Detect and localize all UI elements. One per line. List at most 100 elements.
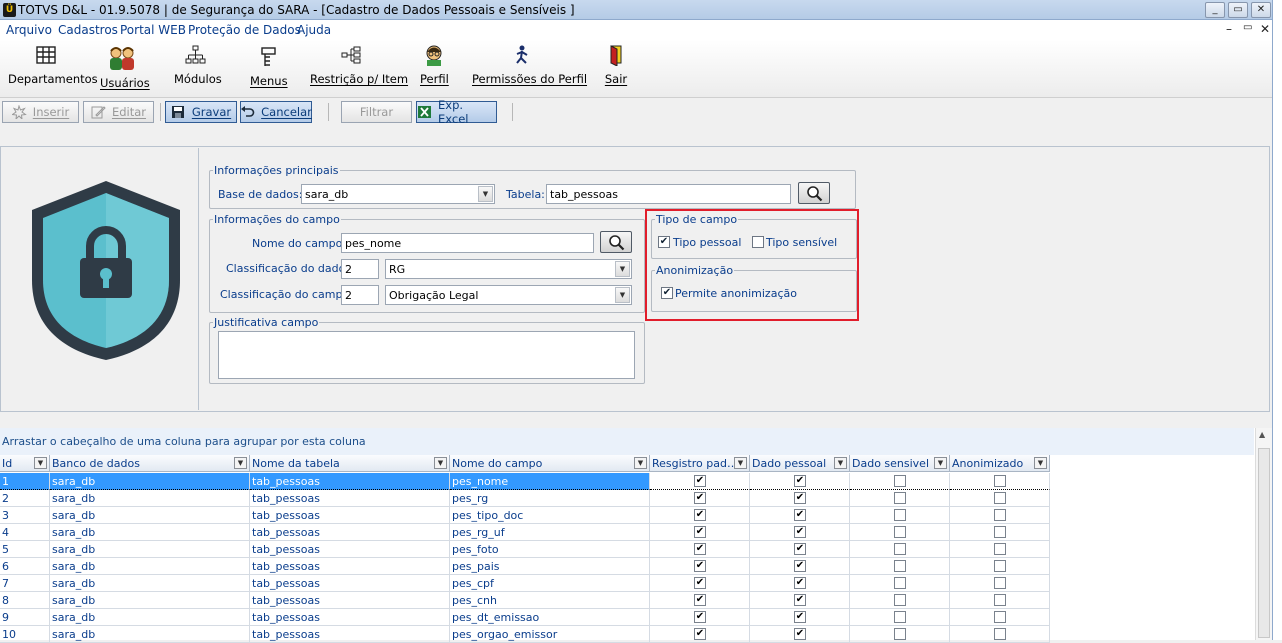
cell-campo[interactable]: pes_rg	[450, 490, 650, 507]
cell-tabela[interactable]: tab_pessoas	[250, 575, 450, 592]
cell-campo[interactable]: pes_foto	[450, 541, 650, 558]
sensivel-checkbox[interactable]	[894, 492, 906, 504]
column-header-anonimizado[interactable]: Anonimizado ▼	[950, 455, 1050, 472]
cell-anon[interactable]	[950, 541, 1050, 558]
column-header-sensivel[interactable]: Dado sensivel ▼	[850, 455, 950, 472]
menu-ajuda[interactable]: Ajuda	[297, 23, 331, 37]
anon-checkbox[interactable]	[994, 594, 1006, 606]
minimize-button[interactable]: _	[1205, 2, 1225, 18]
anon-checkbox[interactable]	[994, 628, 1006, 640]
registro-checkbox[interactable]: ✔	[694, 509, 706, 521]
table-row[interactable]: 10 sara_db tab_pessoas pes_orgao_emissor ✔ ✔	[0, 626, 1050, 643]
mdi-restore-button[interactable]: ▭	[1243, 22, 1252, 33]
cell-sensivel[interactable]	[850, 541, 950, 558]
gravar-button[interactable]: Gravar	[165, 101, 237, 123]
toolbar-usuarios[interactable]: Usuários	[100, 46, 150, 90]
cell-registro[interactable]: ✔	[650, 524, 750, 541]
classificacao-dado-code-input[interactable]: 2	[341, 259, 379, 279]
toolbar-restricao-item[interactable]: Restrição p/ Item	[310, 44, 408, 86]
filter-dropdown-icon[interactable]: ▼	[934, 457, 947, 469]
filter-dropdown-icon[interactable]: ▼	[234, 457, 247, 469]
cell-pessoal[interactable]: ✔	[750, 592, 850, 609]
cell-sensivel[interactable]	[850, 524, 950, 541]
cell-tabela[interactable]: tab_pessoas	[250, 473, 450, 490]
cell-tabela[interactable]: tab_pessoas	[250, 558, 450, 575]
cell-tabela[interactable]: tab_pessoas	[250, 626, 450, 643]
sensivel-checkbox[interactable]	[894, 611, 906, 623]
menu-portal-web[interactable]: Portal WEB	[120, 23, 186, 37]
cancelar-button[interactable]: Cancelar	[240, 101, 312, 123]
registro-checkbox[interactable]: ✔	[694, 543, 706, 555]
filter-dropdown-icon[interactable]: ▼	[834, 457, 847, 469]
anon-checkbox[interactable]	[994, 577, 1006, 589]
cell-anon[interactable]	[950, 609, 1050, 626]
cell-tabela[interactable]: tab_pessoas	[250, 592, 450, 609]
menu-arquivo[interactable]: Arquivo	[6, 23, 52, 37]
cell-tabela[interactable]: tab_pessoas	[250, 507, 450, 524]
cell-banco[interactable]: sara_db	[50, 490, 250, 507]
registro-checkbox[interactable]: ✔	[694, 492, 706, 504]
cell-pessoal[interactable]: ✔	[750, 541, 850, 558]
toolbar-sair[interactable]: Sair	[604, 44, 628, 86]
cell-sensivel[interactable]	[850, 609, 950, 626]
registro-checkbox[interactable]: ✔	[694, 611, 706, 623]
cell-id[interactable]: 4	[0, 524, 50, 541]
cell-registro[interactable]: ✔	[650, 626, 750, 643]
cell-campo[interactable]: pes_orgao_emissor	[450, 626, 650, 643]
maximize-button[interactable]: ▭	[1228, 2, 1248, 18]
cell-registro[interactable]: ✔	[650, 575, 750, 592]
cell-anon[interactable]	[950, 558, 1050, 575]
cell-banco[interactable]: sara_db	[50, 626, 250, 643]
cell-registro[interactable]: ✔	[650, 609, 750, 626]
tabela-search-button[interactable]	[798, 182, 830, 204]
registro-checkbox[interactable]: ✔	[694, 526, 706, 538]
cell-anon[interactable]	[950, 626, 1050, 643]
filter-dropdown-icon[interactable]: ▼	[734, 457, 747, 469]
justificativa-textarea[interactable]	[218, 331, 635, 379]
cell-anon[interactable]	[950, 575, 1050, 592]
cell-pessoal[interactable]: ✔	[750, 609, 850, 626]
editar-button[interactable]: Editar	[83, 101, 154, 123]
table-row[interactable]: 9 sara_db tab_pessoas pes_dt_emissao ✔ ✔	[0, 609, 1050, 626]
registro-checkbox[interactable]: ✔	[694, 628, 706, 640]
sensivel-checkbox[interactable]	[894, 594, 906, 606]
classificacao-campo-select[interactable]: Obrigação Legal ▼	[385, 285, 632, 305]
anon-checkbox[interactable]	[994, 611, 1006, 623]
cell-anon[interactable]	[950, 490, 1050, 507]
cell-registro[interactable]: ✔	[650, 558, 750, 575]
cell-tabela[interactable]: tab_pessoas	[250, 609, 450, 626]
group-panel[interactable]: Arrastar o cabeçalho de uma coluna para …	[0, 428, 1254, 455]
cell-campo[interactable]: pes_pais	[450, 558, 650, 575]
cell-banco[interactable]: sara_db	[50, 558, 250, 575]
mdi-close-button[interactable]: ✕	[1260, 22, 1270, 36]
cell-tabela[interactable]: tab_pessoas	[250, 524, 450, 541]
cell-registro[interactable]: ✔	[650, 592, 750, 609]
cell-id[interactable]: 2	[0, 490, 50, 507]
pessoal-checkbox[interactable]: ✔	[794, 594, 806, 606]
menu-cadastros[interactable]: Cadastros	[58, 23, 118, 37]
registro-checkbox[interactable]: ✔	[694, 577, 706, 589]
tabela-input[interactable]: tab_pessoas	[546, 184, 791, 204]
column-header-banco[interactable]: Banco de dados ▼	[50, 455, 250, 472]
cell-banco[interactable]: sara_db	[50, 575, 250, 592]
cell-anon[interactable]	[950, 507, 1050, 524]
cell-registro[interactable]: ✔	[650, 490, 750, 507]
cell-anon[interactable]	[950, 524, 1050, 541]
cell-registro[interactable]: ✔	[650, 541, 750, 558]
cell-banco[interactable]: sara_db	[50, 609, 250, 626]
chevron-down-icon[interactable]: ▼	[478, 186, 493, 202]
cell-tabela[interactable]: tab_pessoas	[250, 541, 450, 558]
sensivel-checkbox[interactable]	[894, 509, 906, 521]
cell-campo[interactable]: pes_cpf	[450, 575, 650, 592]
pessoal-checkbox[interactable]: ✔	[794, 543, 806, 555]
pessoal-checkbox[interactable]: ✔	[794, 475, 806, 487]
cell-sensivel[interactable]	[850, 575, 950, 592]
cell-campo[interactable]: pes_nome	[450, 473, 650, 490]
cell-campo[interactable]: pes_dt_emissao	[450, 609, 650, 626]
cell-campo[interactable]: pes_rg_uf	[450, 524, 650, 541]
cell-id[interactable]: 5	[0, 541, 50, 558]
sensivel-checkbox[interactable]	[894, 628, 906, 640]
pessoal-checkbox[interactable]: ✔	[794, 560, 806, 572]
cell-pessoal[interactable]: ✔	[750, 558, 850, 575]
anon-checkbox[interactable]	[994, 526, 1006, 538]
